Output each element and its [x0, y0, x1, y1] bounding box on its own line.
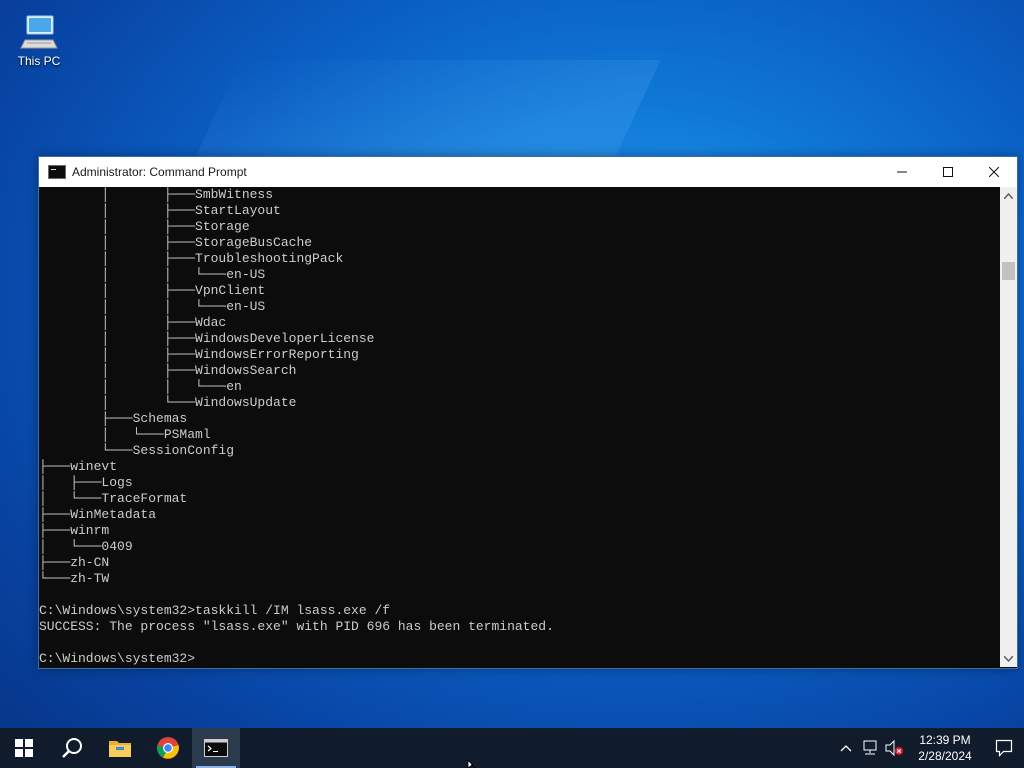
system-tray: 12:39 PM 2/28/2024	[834, 728, 1024, 768]
window-title: Administrator: Command Prompt	[72, 165, 247, 179]
search-button[interactable]	[48, 728, 96, 768]
volume-button[interactable]	[882, 728, 906, 768]
console-line: │ └───WindowsUpdate	[39, 395, 297, 410]
console-line: │ ├───WindowsDeveloperLicense	[39, 331, 375, 346]
console-line: │ ├───SmbWitness	[39, 187, 274, 202]
desktop-icon-this-pc[interactable]: This PC	[10, 8, 68, 68]
scrollbar-thumb[interactable]	[1002, 262, 1015, 280]
console-line: ├───Schemas	[39, 411, 188, 426]
console-line: │ ├───StorageBusCache	[39, 235, 313, 250]
taskbar: 12:39 PM 2/28/2024	[0, 728, 1024, 768]
console-line: ├───winrm	[39, 523, 110, 538]
start-button[interactable]	[0, 728, 48, 768]
network-icon	[863, 740, 877, 755]
maximize-icon	[943, 167, 953, 177]
console-line: │ │ └───en	[39, 379, 242, 394]
mouse-cursor-icon	[467, 760, 476, 768]
network-button[interactable]	[858, 728, 882, 768]
console-line: │ ├───WindowsSearch	[39, 363, 297, 378]
command-prompt-window[interactable]: Administrator: Command Prompt │ ├───SmbW…	[38, 156, 1018, 669]
scroll-down-button[interactable]	[1000, 650, 1017, 667]
action-center-button[interactable]	[984, 728, 1024, 768]
console-line: │ │ └───en-US	[39, 267, 266, 282]
clock-time: 12:39 PM	[919, 733, 971, 747]
clock-date: 2/28/2024	[918, 749, 972, 763]
console-line: └───zh-TW	[39, 571, 110, 586]
console-line: │ ├───VpnClient	[39, 283, 266, 298]
chevron-down-icon	[1004, 655, 1013, 662]
console-line: │ ├───Logs	[39, 475, 133, 490]
start-icon	[15, 739, 33, 757]
console-output[interactable]: │ ├───SmbWitness │ ├───StartLayout │ ├──…	[39, 187, 1000, 667]
command-prompt-icon	[48, 165, 66, 179]
console-line: SUCCESS: The process "lsass.exe" with PI…	[39, 619, 554, 634]
console-line: └───SessionConfig	[39, 443, 235, 458]
search-icon	[62, 738, 82, 758]
maximize-button[interactable]	[925, 157, 971, 187]
console-line: C:\Windows\system32>	[39, 651, 196, 666]
console-line: │ └───TraceFormat	[39, 491, 188, 506]
minimize-button[interactable]	[879, 157, 925, 187]
scroll-up-button[interactable]	[1000, 187, 1017, 204]
file-explorer-icon	[109, 741, 131, 757]
vertical-scrollbar[interactable]	[1000, 187, 1017, 667]
volume-muted-icon	[885, 740, 903, 756]
close-button[interactable]	[971, 157, 1017, 187]
taskbar-chrome[interactable]	[144, 728, 192, 768]
notification-icon	[995, 739, 1013, 757]
console-line: │ ├───Wdac	[39, 315, 227, 330]
console-line: ├───zh-CN	[39, 555, 110, 570]
console-line: │ ├───Storage	[39, 219, 250, 234]
console-line: C:\Windows\system32>taskkill /IM lsass.e…	[39, 603, 391, 618]
tray-overflow-button[interactable]	[834, 728, 858, 768]
console-line: │ │ └───en-US	[39, 299, 266, 314]
console-line: ├───winevt	[39, 459, 118, 474]
taskbar-command-prompt[interactable]	[192, 728, 240, 768]
command-prompt-icon	[204, 739, 228, 757]
chrome-icon	[156, 737, 179, 759]
console-line: │ ├───StartLayout	[39, 203, 281, 218]
chevron-up-icon	[1004, 192, 1013, 199]
taskbar-clock[interactable]: 12:39 PM 2/28/2024	[906, 732, 984, 764]
console-line: ├───WinMetadata	[39, 507, 157, 522]
taskbar-file-explorer[interactable]	[96, 728, 144, 768]
console-line: │ ├───TroubleshootingPack	[39, 251, 344, 266]
close-icon	[989, 167, 999, 177]
minimize-icon	[897, 171, 907, 173]
console-line: │ └───PSMaml	[39, 427, 211, 442]
this-pc-icon	[20, 15, 58, 49]
desktop-icon-label: This PC	[17, 54, 61, 68]
window-titlebar[interactable]: Administrator: Command Prompt	[39, 157, 1017, 187]
console-line: │ ├───WindowsErrorReporting	[39, 347, 359, 362]
console-line: │ └───0409	[39, 539, 133, 554]
chevron-up-icon	[840, 745, 852, 752]
